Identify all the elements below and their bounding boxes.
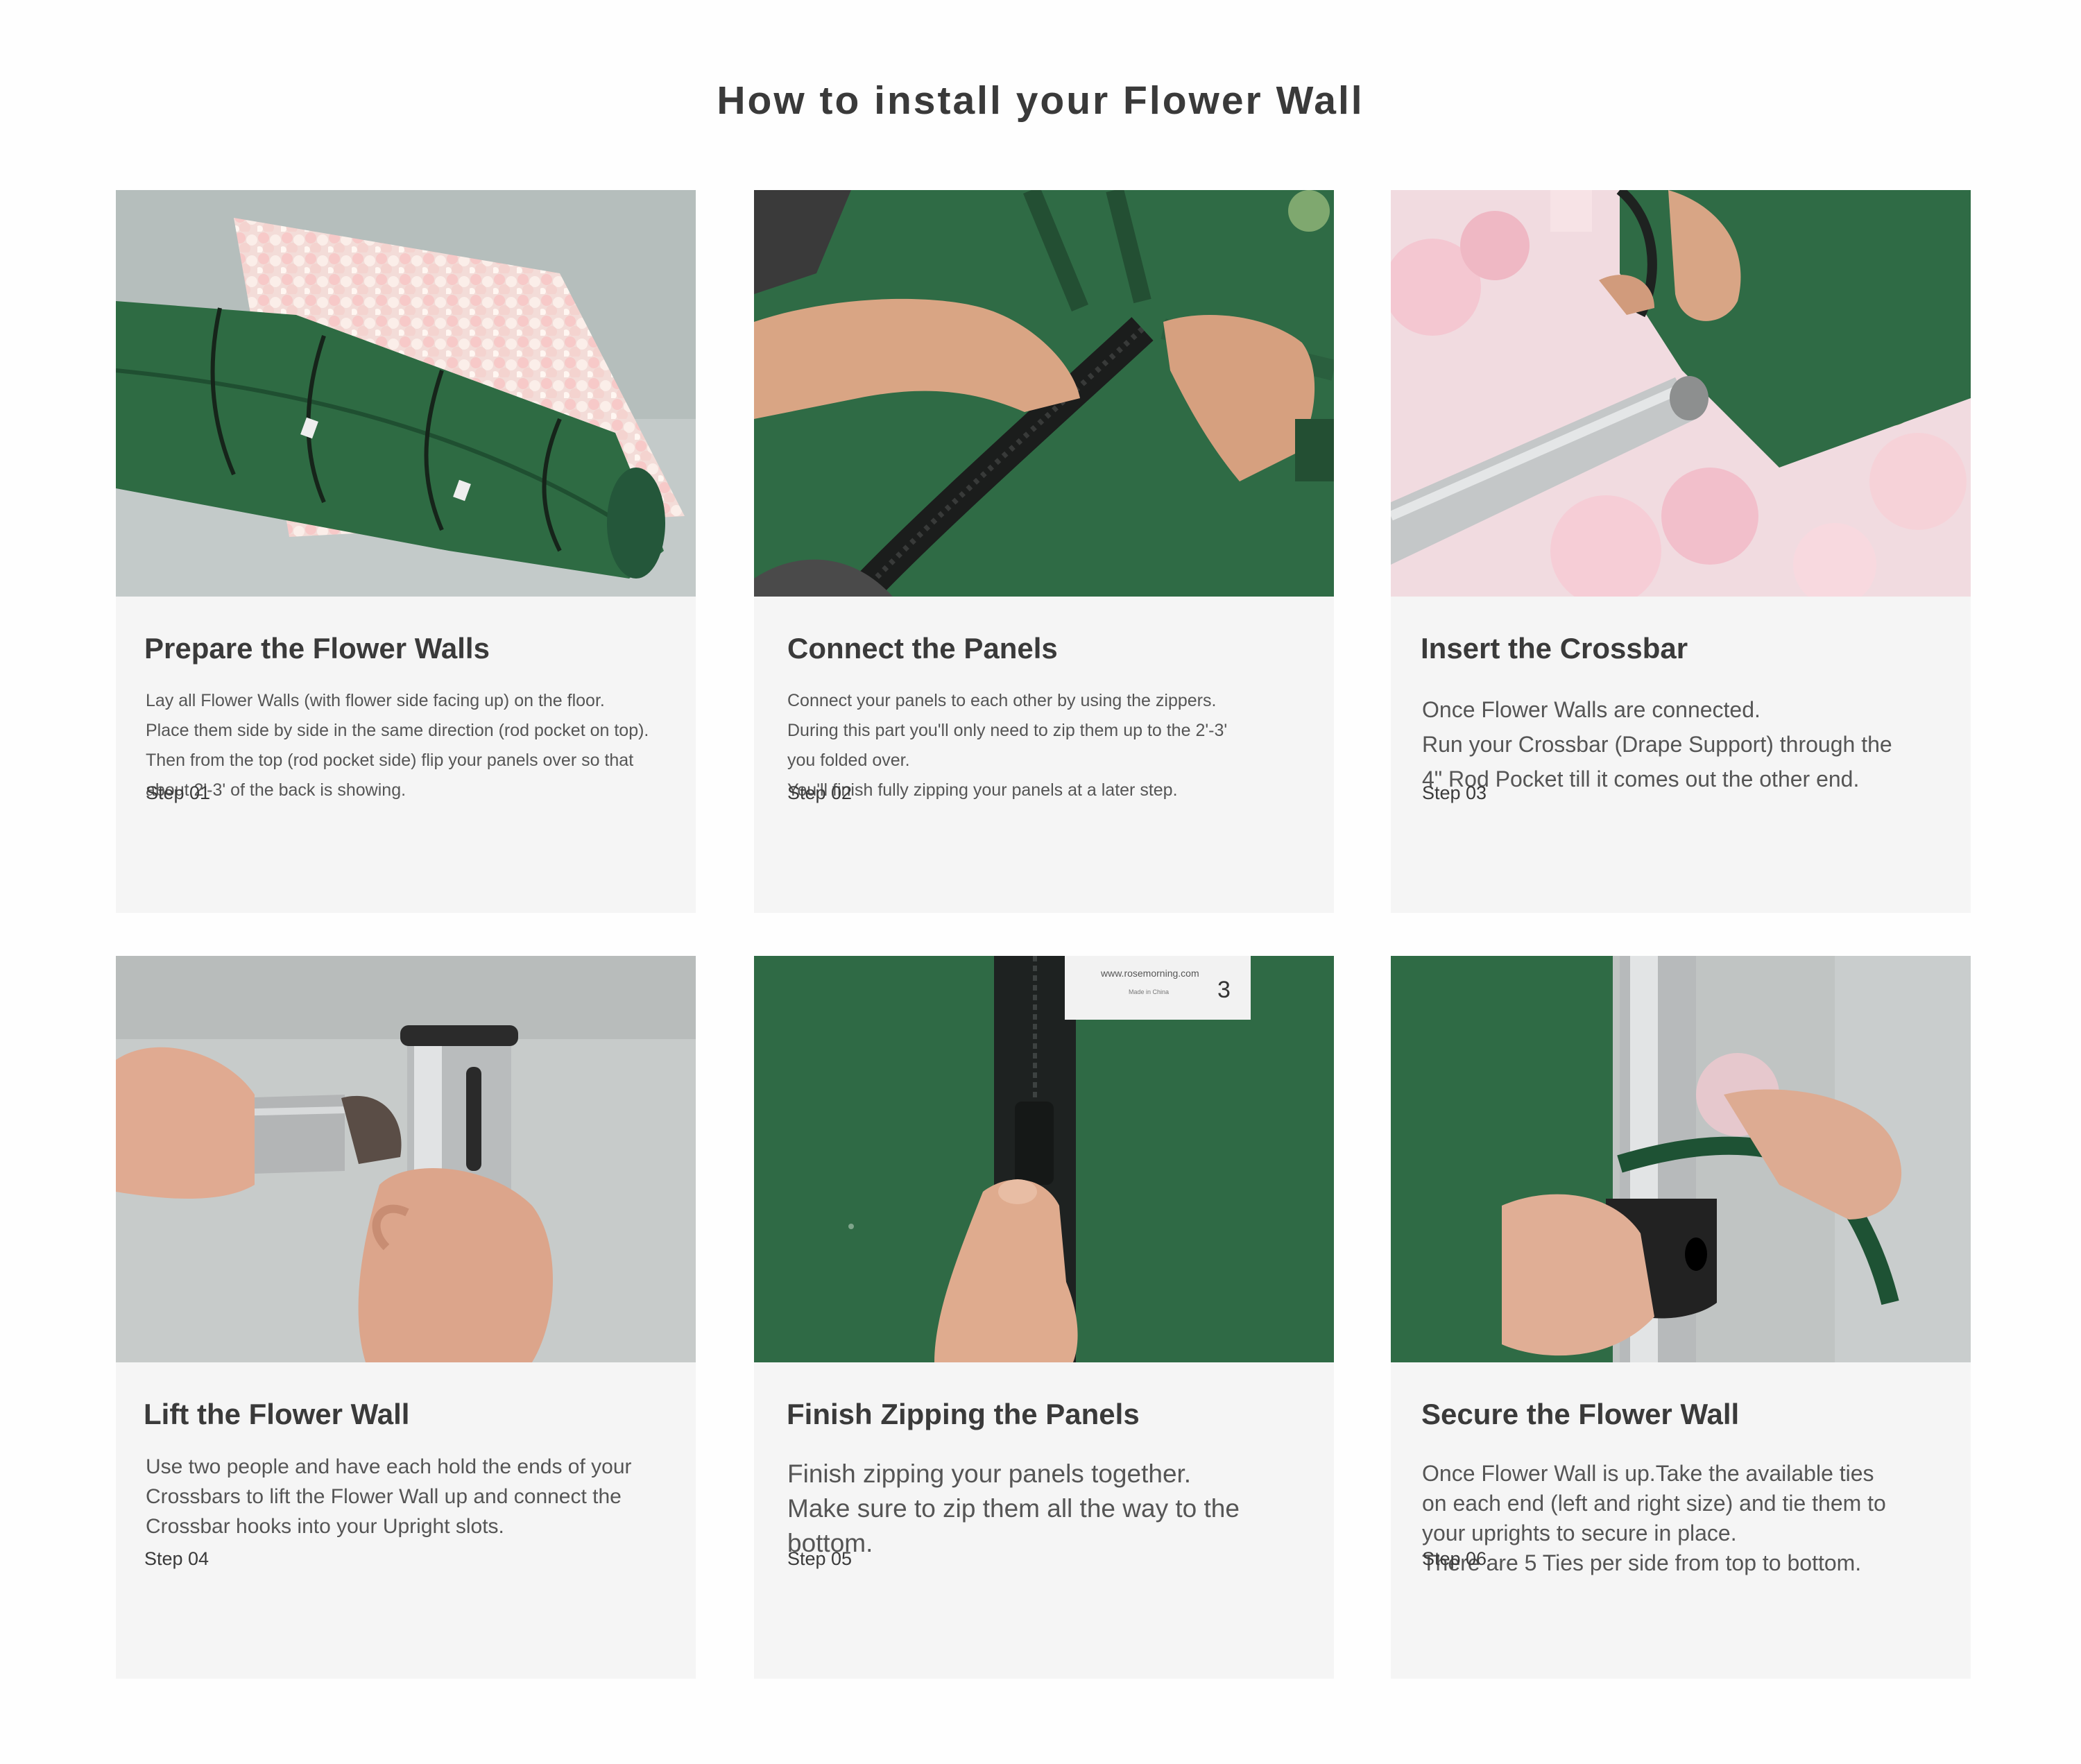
tag-subtext: Made in China [1129,988,1169,995]
tag-text: www.rosemorning.com [1100,968,1199,979]
tag-number: 3 [1217,977,1231,1003]
step-card-2: Connect the Panels Connect your panels t… [754,190,1334,913]
step-label: Step 01 [146,782,211,803]
step-card-5: www.rosemorning.com Made in China 3 Fini… [754,956,1334,1679]
step-card-3: Insert the Crossbar Once Flower Walls ar… [1391,190,1971,913]
page-title: How to install your Flower Wall [717,78,1364,123]
rolled-flower-walls-photo [116,190,696,597]
step-heading: Secure the Flower Wall [1421,1398,1740,1430]
step-label: Step 06 [1422,1548,1487,1569]
step-label: Step 04 [144,1548,209,1569]
step-description: Once Flower Wall is up.Take the availabl… [1422,1461,1886,1575]
step-heading: Insert the Crossbar [1421,632,1688,665]
tie-to-upright-photo [1391,956,1971,1362]
step-card-4: Lift the Flower Wall Use two people and … [116,956,696,1679]
step-card-6: Secure the Flower Wall Once Flower Wall … [1391,956,1971,1679]
step-description: Use two people and have each hold the en… [146,1455,632,1538]
step-heading: Connect the Panels [787,632,1058,665]
step-description: Connect your panels to each other by usi… [787,691,1228,800]
step-description: Once Flower Walls are connected. Run you… [1422,697,1892,791]
zipping-panels-photo [754,190,1334,597]
finish-zipping-photo: www.rosemorning.com Made in China 3 [754,956,1334,1362]
crossbar-rod-pocket-photo [1391,190,1971,597]
step-heading: Prepare the Flower Walls [144,632,490,665]
step-label: Step 05 [787,1548,853,1569]
step-label: Step 03 [1422,782,1487,803]
crossbar-hook-upright-photo [116,956,696,1362]
step-description: Lay all Flower Walls (with flower side f… [146,691,649,800]
step-card-1: Prepare the Flower Walls Lay all Flower … [116,190,696,913]
step-description: Finish zipping your panels together. Mak… [787,1459,1240,1557]
step-heading: Lift the Flower Wall [144,1398,410,1430]
step-heading: Finish Zipping the Panels [787,1398,1140,1430]
step-label: Step 02 [787,782,853,803]
